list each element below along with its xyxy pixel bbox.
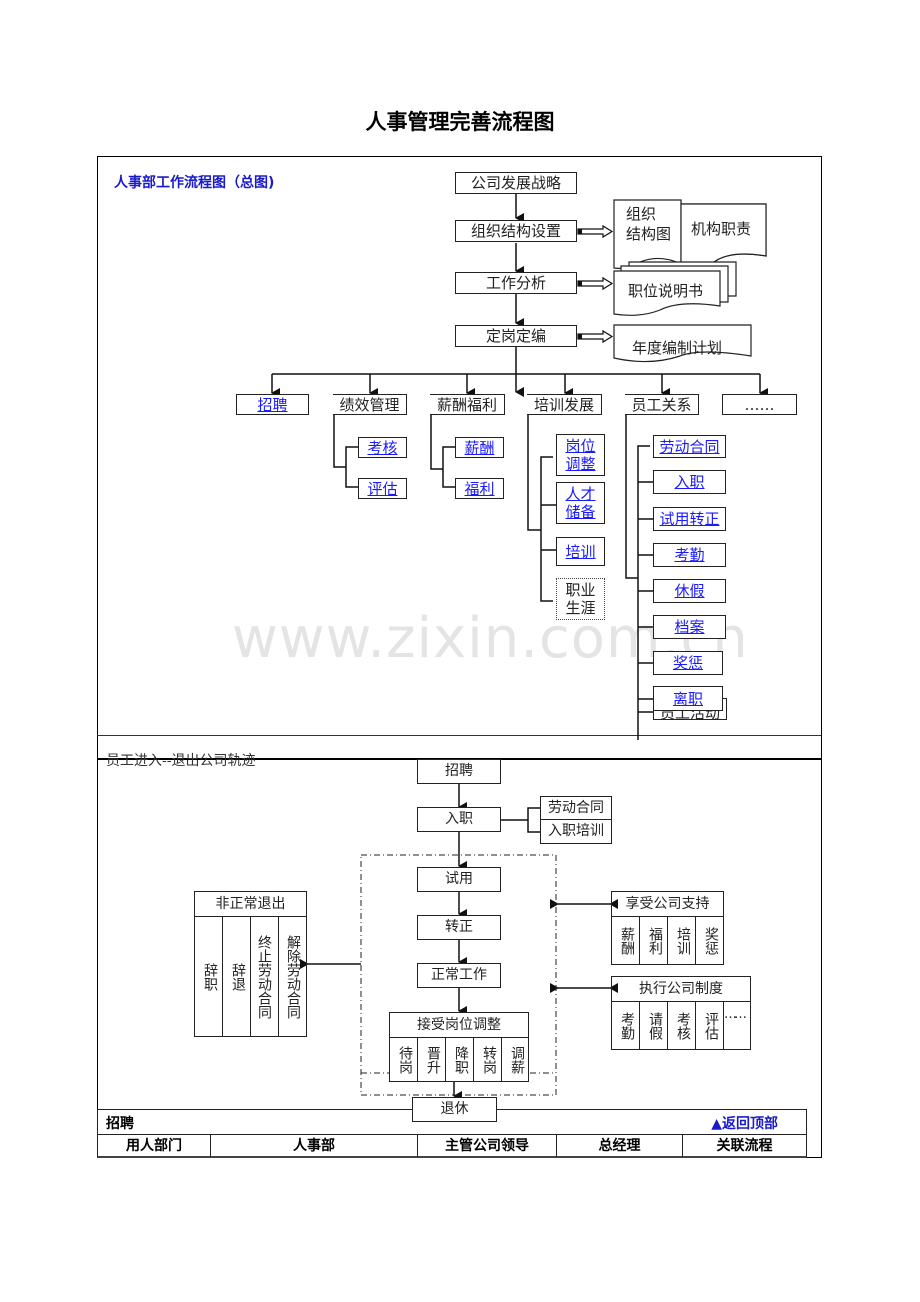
support-item: 薪酬 (612, 916, 640, 964)
exit-item: 辞职 (195, 916, 223, 1036)
rules-item: 评估 (696, 1001, 724, 1049)
abnormal-exit-table: 非正常退出 辞职 辞退 终止劳动合同 解除劳动合同 (194, 891, 307, 1037)
rules-item: 考核 (668, 1001, 696, 1049)
rules-item: 考勤 (612, 1001, 640, 1049)
col-supervisor: 主管公司领导 (418, 1135, 557, 1157)
rules-item: 请假 (640, 1001, 668, 1049)
col-related-flow: 关联流程 (716, 1138, 773, 1154)
traj-recruit: 招聘 (417, 759, 501, 784)
company-support-header: 享受公司支持 (612, 892, 723, 917)
exit-item: 终止劳动合同 (251, 916, 279, 1036)
adjust-item: 待岗 (390, 1037, 418, 1081)
traj-regularization: 转正 (417, 915, 501, 940)
company-rules-header: 执行公司制度 (612, 977, 750, 1002)
footer-header-row: 用人部门 人事部 主管公司领导 总经理 关联流程 (97, 1134, 807, 1158)
col-gm: 总经理 (557, 1135, 683, 1157)
col-hr-dept: 人事部 (211, 1135, 418, 1157)
support-item: 福利 (640, 916, 668, 964)
support-item: 奖惩 (703, 927, 719, 955)
support-item: 培训 (668, 916, 696, 964)
col-user-dept: 用人部门 (98, 1135, 211, 1157)
traj-labor-contract: 劳动合同 (540, 796, 612, 820)
company-rules-table: 执行公司制度 考勤 请假 考核 评估 …… (611, 976, 751, 1050)
traj-retire: 退休 (412, 1097, 497, 1122)
position-adjust-table: 接受岗位调整 待岗 晋升 降职 转岗 调薪 (389, 1012, 529, 1082)
traj-normal-work: 正常工作 (417, 963, 501, 988)
rules-item: …… (724, 1007, 747, 1022)
company-support-table: 享受公司支持 薪酬 福利 培训 奖惩 (611, 891, 724, 965)
back-to-top-link[interactable]: ▲返回顶部 (711, 1113, 778, 1133)
traj-onboard-training: 入职培训 (540, 819, 612, 844)
adjust-item: 调薪 (509, 1046, 525, 1074)
position-adjust-header: 接受岗位调整 (390, 1013, 528, 1038)
exit-item: 解除劳动合同 (285, 935, 301, 1019)
traj-probation: 试用 (417, 867, 501, 892)
exit-item: 辞退 (223, 916, 251, 1036)
adjust-item: 转岗 (474, 1037, 502, 1081)
traj-onboarding: 入职 (417, 807, 501, 832)
abnormal-exit-header: 非正常退出 (195, 892, 306, 917)
footer-section-label: 招聘 (106, 1116, 134, 1132)
adjust-item: 降职 (446, 1037, 474, 1081)
adjust-item: 晋升 (418, 1037, 446, 1081)
